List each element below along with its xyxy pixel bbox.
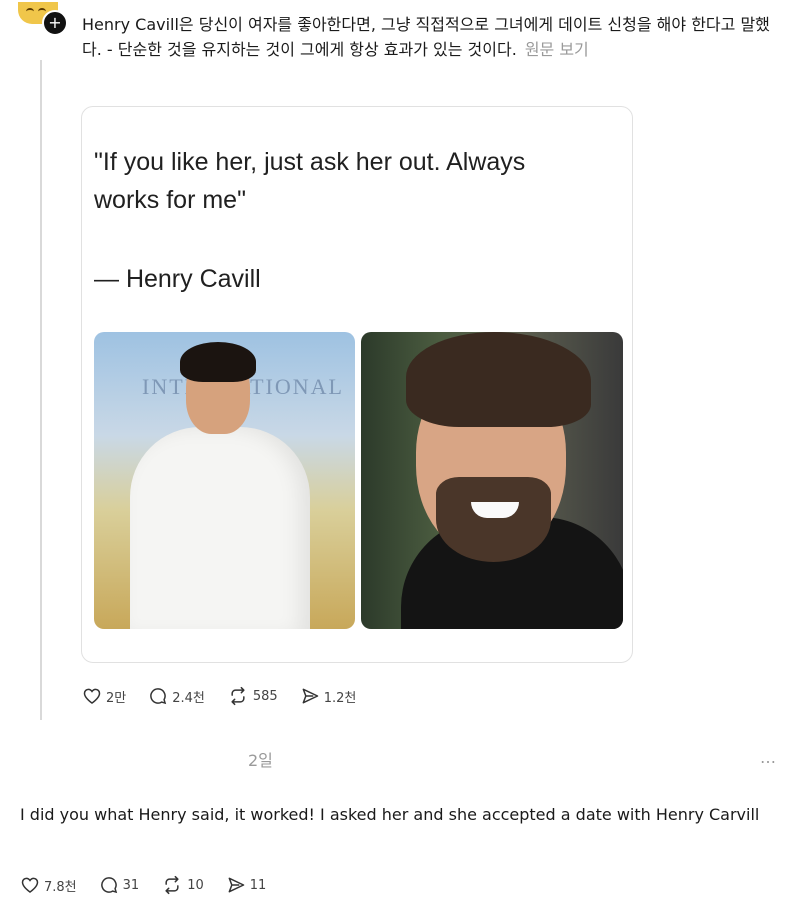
reply-button[interactable]: 2.4천 — [148, 686, 205, 706]
heart-icon — [83, 688, 101, 705]
share-icon — [302, 688, 318, 704]
quote-line-1: "If you like her, just ask her out. Alwa… — [94, 148, 526, 176]
share-count: 1.2천 — [323, 690, 357, 706]
quote-line-2: works for me" — [94, 186, 246, 214]
reply-repost-count: 10 — [187, 877, 204, 893]
reply-timestamp: 2일 — [248, 751, 273, 770]
repost-icon — [231, 686, 245, 706]
post-body: Henry Cavill은 당신이 여자를 좋아한다면, 그냥 직접적으로 그녀… — [82, 15, 770, 59]
like-count: 2만 — [106, 690, 127, 706]
reply-share-button[interactable]: 11 — [226, 875, 267, 895]
avatar-eye — [26, 8, 34, 15]
comment-icon — [100, 877, 117, 894]
plus-icon[interactable]: + — [42, 10, 68, 36]
like-button[interactable]: 2만 — [82, 686, 126, 706]
photo-left[interactable]: INTERNATIONAL — [94, 332, 355, 629]
post-actions: 2만 2.4천 585 1.2천 — [82, 686, 378, 706]
see-original-link[interactable]: 원문 보기 — [525, 40, 589, 59]
person-hair — [406, 332, 591, 427]
quote-attribution: — Henry Cavill — [94, 265, 261, 293]
reply-count: 2.4천 — [172, 690, 205, 706]
repost-icon — [165, 875, 179, 895]
share-icon — [228, 877, 244, 893]
post-text: Henry Cavill은 당신이 여자를 좋아한다면, 그냥 직접적으로 그녀… — [82, 12, 782, 62]
repost-button[interactable]: 585 — [227, 686, 278, 706]
reply-repost-button[interactable]: 10 — [161, 875, 204, 895]
reply-actions: 7.8천 31 10 11 — [20, 875, 288, 895]
reply-like-count: 7.8천 — [44, 879, 77, 895]
reply-text: I did you what Henry said, it worked! I … — [20, 805, 760, 824]
reply-reply-button[interactable]: 31 — [99, 875, 140, 895]
heart-icon — [21, 877, 39, 894]
share-button[interactable]: 1.2천 — [300, 686, 357, 706]
person-beard — [436, 477, 551, 562]
person-shirt — [130, 427, 310, 629]
photo-right[interactable] — [361, 332, 623, 629]
more-icon[interactable]: … — [760, 748, 777, 767]
quote-card[interactable]: "If you like her, just ask her out. Alwa… — [81, 106, 633, 663]
reply-share-count: 11 — [249, 877, 267, 893]
repost-count: 585 — [252, 688, 278, 704]
reply-like-button[interactable]: 7.8천 — [20, 875, 77, 895]
person-hair — [180, 342, 256, 382]
reply-reply-count: 31 — [122, 877, 140, 893]
thread-line — [40, 60, 42, 720]
comment-icon — [150, 688, 167, 705]
